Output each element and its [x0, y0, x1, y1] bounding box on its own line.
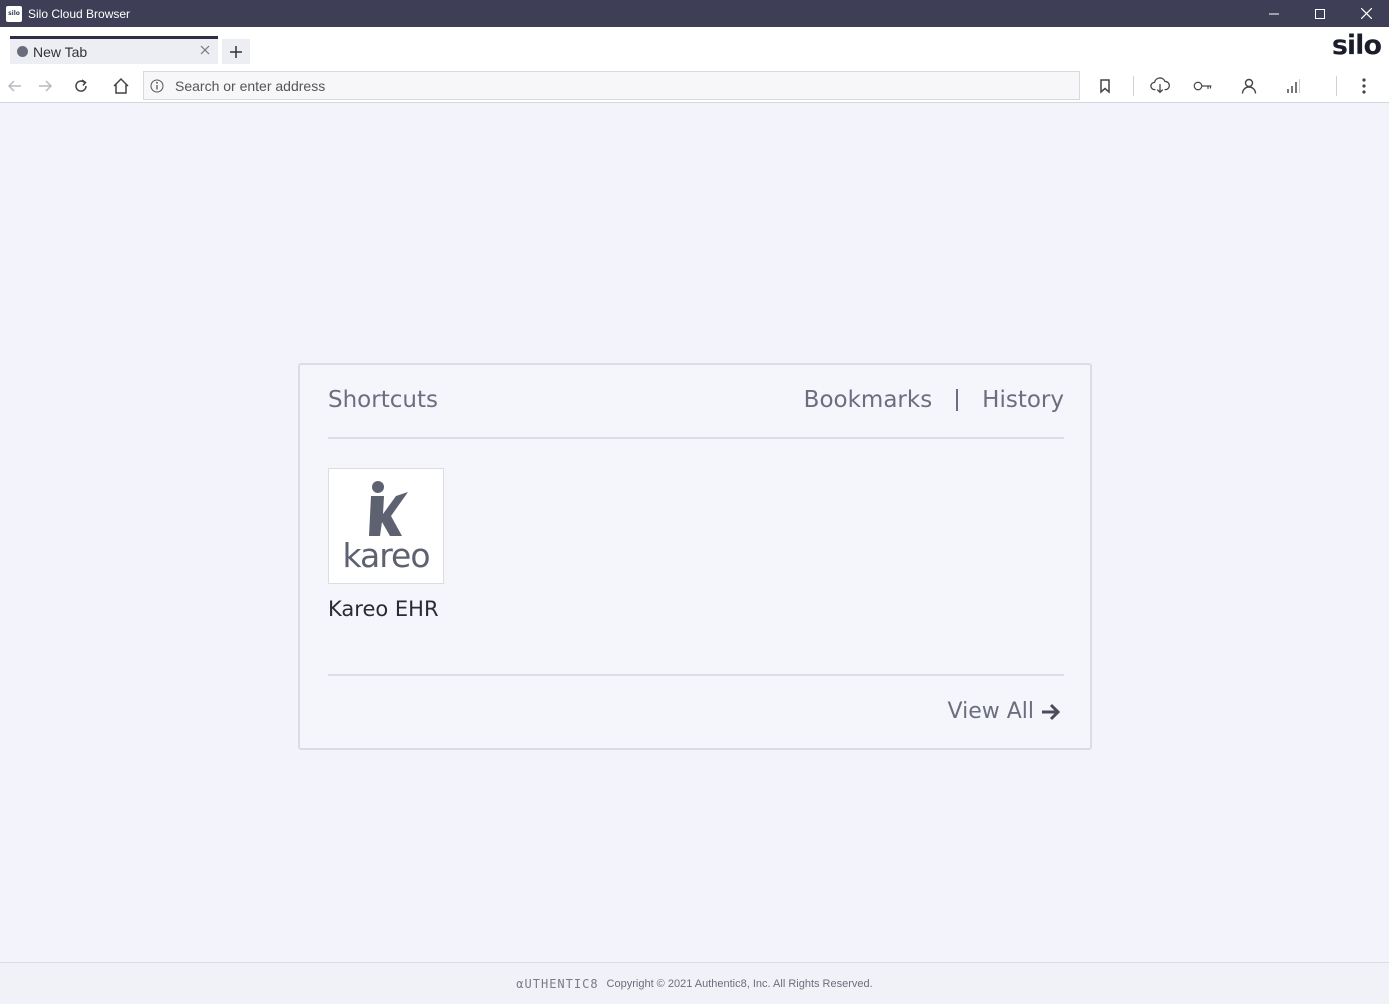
- card-header-links: Bookmarks History: [804, 387, 1064, 413]
- kareo-logo-text: kareo: [342, 535, 430, 575]
- bookmarks-link[interactable]: Bookmarks: [804, 387, 933, 413]
- silo-logo: silo: [1331, 30, 1382, 61]
- card-header: Shortcuts Bookmarks History: [328, 387, 1064, 417]
- address-bar[interactable]: [143, 71, 1080, 100]
- home-button[interactable]: [111, 76, 131, 96]
- page-footer: αUTHENTIC8 Copyright © 2021 Authentic8, …: [0, 962, 1389, 1004]
- reload-icon: [75, 79, 87, 92]
- toolbar-divider: [1133, 76, 1134, 96]
- toolbar-divider: [1336, 76, 1337, 96]
- close-icon: [1360, 8, 1372, 19]
- plus-icon: [230, 45, 242, 58]
- user-icon: [1241, 78, 1257, 94]
- user-button[interactable]: [1239, 76, 1259, 96]
- minimize-icon: [1269, 13, 1279, 14]
- window-title: Silo Cloud Browser: [28, 6, 131, 21]
- minimize-button[interactable]: [1251, 0, 1297, 27]
- view-all-label: View All: [947, 699, 1034, 724]
- bookmark-button[interactable]: [1095, 76, 1115, 96]
- cloud-download-button[interactable]: [1150, 76, 1170, 96]
- shortcuts-heading[interactable]: Shortcuts: [328, 387, 438, 413]
- view-all-link[interactable]: View All: [948, 699, 1062, 724]
- forward-icon: [39, 80, 53, 92]
- authentic8-logo: αUTHENTIC8: [516, 976, 599, 991]
- maximize-button[interactable]: [1297, 0, 1343, 27]
- card-divider-top: [328, 437, 1064, 439]
- tab-strip: New Tab silo: [0, 27, 1389, 70]
- card-divider-bottom: [328, 674, 1064, 676]
- close-icon: [200, 45, 210, 55]
- signal-icon: [1287, 79, 1300, 93]
- info-icon[interactable]: [150, 79, 164, 93]
- shortcut-kareo-ehr[interactable]: kareo Kareo EHR: [328, 468, 444, 621]
- maximize-icon: [1315, 8, 1325, 19]
- navigation-toolbar: [0, 70, 1389, 103]
- arrow-right-icon: [1042, 703, 1061, 720]
- silo-app-icon: silo: [6, 5, 22, 22]
- signal-button[interactable]: [1283, 76, 1303, 96]
- cloud-download-icon: [1150, 77, 1170, 94]
- close-window-button[interactable]: [1343, 0, 1389, 27]
- window-controls: [1251, 0, 1389, 27]
- shortcut-label[interactable]: Kareo EHR: [328, 597, 444, 621]
- more-menu-button[interactable]: [1354, 76, 1374, 96]
- kareo-figure-icon: [369, 480, 408, 536]
- bookmark-icon: [1100, 79, 1110, 94]
- shortcut-thumbnail[interactable]: kareo: [328, 468, 444, 584]
- tab-favicon-icon: [17, 46, 28, 57]
- forward-button[interactable]: [35, 76, 55, 96]
- back-icon: [7, 80, 21, 92]
- address-input[interactable]: [175, 77, 1055, 94]
- tab-close-button[interactable]: [198, 42, 212, 56]
- key-icon: [1193, 81, 1212, 91]
- window-titlebar: silo Silo Cloud Browser: [0, 0, 1389, 27]
- back-button[interactable]: [5, 76, 25, 96]
- new-tab-button[interactable]: [222, 39, 250, 64]
- shortcuts-card: Shortcuts Bookmarks History kareo Kareo …: [298, 363, 1092, 750]
- history-link[interactable]: History: [982, 387, 1064, 413]
- tab-title: New Tab: [33, 43, 88, 60]
- header-divider: [956, 389, 959, 411]
- reload-button[interactable]: [71, 76, 91, 96]
- home-icon: [113, 77, 129, 94]
- key-button[interactable]: [1193, 76, 1213, 96]
- copyright-text: Copyright © 2021 Authentic8, Inc. All Ri…: [606, 977, 873, 990]
- more-icon: [1362, 78, 1366, 94]
- tab-new-tab[interactable]: New Tab: [10, 36, 218, 64]
